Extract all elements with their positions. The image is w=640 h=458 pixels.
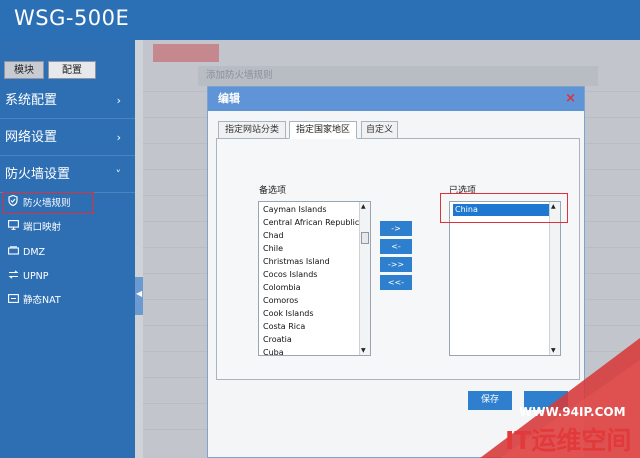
scroll-thumb[interactable] xyxy=(361,232,369,244)
list-item[interactable]: Cayman Islands xyxy=(263,205,327,214)
selection-highlight-box xyxy=(440,193,568,223)
list-item[interactable]: Chad xyxy=(263,231,284,240)
list-item[interactable]: Central African Republic xyxy=(263,218,359,227)
sidebar-section-firewall[interactable]: 防火墙设置 ˅ xyxy=(0,157,135,193)
available-label: 备选项 xyxy=(259,186,287,196)
list-item[interactable]: Colombia xyxy=(263,283,301,292)
sidebar: 模块 配置 系统配置 › 网络设置 › 防火墙设置 ˅ 防火墙规则 端口映射 D… xyxy=(0,40,135,458)
tab-config[interactable]: 配置 xyxy=(48,61,96,79)
sidebar-item-port-mapping[interactable]: 端口映射 xyxy=(0,217,135,239)
chevron-left-icon: ◀ xyxy=(136,289,143,298)
tab-custom[interactable]: 自定义 xyxy=(361,121,398,139)
dialog-header: 编辑 × xyxy=(208,87,584,111)
list-item[interactable]: Cocos Islands xyxy=(263,270,317,279)
section-label: 系统配置 xyxy=(5,93,58,108)
list-item[interactable]: Christmas Island xyxy=(263,257,330,266)
chevron-right-icon: › xyxy=(116,131,121,144)
exchange-icon xyxy=(8,266,19,288)
section-label: 防火墙设置 xyxy=(5,167,71,182)
sidebar-item-label: 静态NAT xyxy=(23,295,61,306)
scroll-down-icon[interactable]: ▼ xyxy=(361,347,366,354)
move-right-button[interactable]: -> xyxy=(380,221,412,236)
move-all-left-button[interactable]: <<- xyxy=(380,275,412,290)
list-item[interactable]: Chile xyxy=(263,244,283,253)
sidebar-item-dmz[interactable]: DMZ xyxy=(0,242,135,264)
list-item[interactable]: Costa Rica xyxy=(263,322,305,331)
top-header: WSG-500E xyxy=(0,0,640,40)
active-item-highlight xyxy=(3,192,94,214)
watermark-brand: IT运维空间 xyxy=(505,426,632,455)
monitor-icon xyxy=(8,217,19,239)
sidebar-collapse-handle[interactable]: ◀ xyxy=(135,277,143,315)
dmz-icon xyxy=(8,242,19,264)
tab-module[interactable]: 模块 xyxy=(4,61,44,79)
list-item[interactable]: Cuba xyxy=(263,348,284,355)
sidebar-item-label: 端口映射 xyxy=(23,222,62,233)
chevron-down-icon: ˅ xyxy=(115,168,122,181)
sidebar-section-network[interactable]: 网络设置 › xyxy=(0,120,135,156)
sidebar-item-label: DMZ xyxy=(23,247,46,258)
tab-website-category[interactable]: 指定网站分类 xyxy=(218,121,286,139)
chevron-right-icon: › xyxy=(116,94,121,107)
sidebar-section-system[interactable]: 系统配置 › xyxy=(0,83,135,119)
available-list[interactable]: Cayman Islands Central African Republic … xyxy=(258,201,371,356)
scroll-up-icon[interactable]: ▲ xyxy=(361,203,366,210)
section-label: 网络设置 xyxy=(5,130,58,145)
watermark-url: WWW.94IP.COM xyxy=(519,405,626,419)
tab-country-region[interactable]: 指定国家地区 xyxy=(289,121,357,139)
sidebar-item-label: UPNP xyxy=(23,271,49,282)
nat-icon xyxy=(8,290,19,312)
selected-scrollbar[interactable]: ▲ ▼ xyxy=(549,202,560,355)
background-dialog-title: 添加防火墙规则 xyxy=(198,66,598,86)
list-item[interactable]: Cook Islands xyxy=(263,309,314,318)
sidebar-item-static-nat[interactable]: 静态NAT xyxy=(0,290,135,312)
available-scrollbar[interactable]: ▲ ▼ xyxy=(359,202,370,355)
move-all-right-button[interactable]: ->> xyxy=(380,257,412,272)
move-left-button[interactable]: <- xyxy=(380,239,412,254)
sidebar-item-upnp[interactable]: UPNP xyxy=(0,266,135,288)
list-item[interactable]: Croatia xyxy=(263,335,292,344)
selected-list[interactable]: China ▲ ▼ xyxy=(449,201,561,356)
product-logo: WSG-500E xyxy=(14,6,130,30)
close-icon[interactable]: × xyxy=(565,87,576,111)
background-action-button xyxy=(153,44,219,62)
list-item[interactable]: Comoros xyxy=(263,296,298,305)
dialog-title: 编辑 xyxy=(218,92,240,105)
